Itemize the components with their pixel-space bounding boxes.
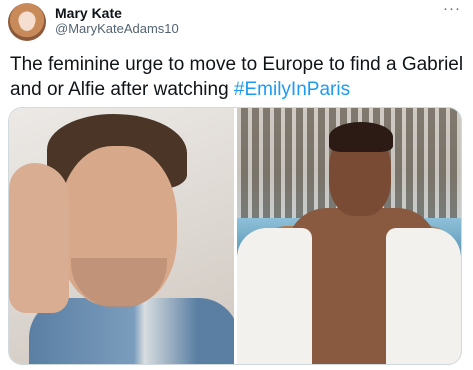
hashtag-link[interactable]: #EmilyInParis (234, 79, 350, 100)
right-photo-shirt-right (386, 228, 461, 364)
right-photo[interactable] (236, 108, 461, 364)
avatar-face (19, 12, 35, 31)
left-photo-hand (9, 163, 69, 313)
avatar[interactable] (8, 3, 46, 41)
right-photo-hair (328, 122, 393, 152)
tweet-text: The feminine urge to move to Europe to f… (10, 52, 465, 102)
right-photo-shirt-left (236, 228, 312, 364)
author-handle[interactable]: @MaryKateAdams10 (55, 21, 179, 37)
more-options-icon[interactable]: ··· (443, 1, 461, 16)
left-photo[interactable] (9, 108, 234, 364)
media-grid (8, 107, 462, 365)
author-display-name[interactable]: Mary Kate (55, 5, 122, 21)
